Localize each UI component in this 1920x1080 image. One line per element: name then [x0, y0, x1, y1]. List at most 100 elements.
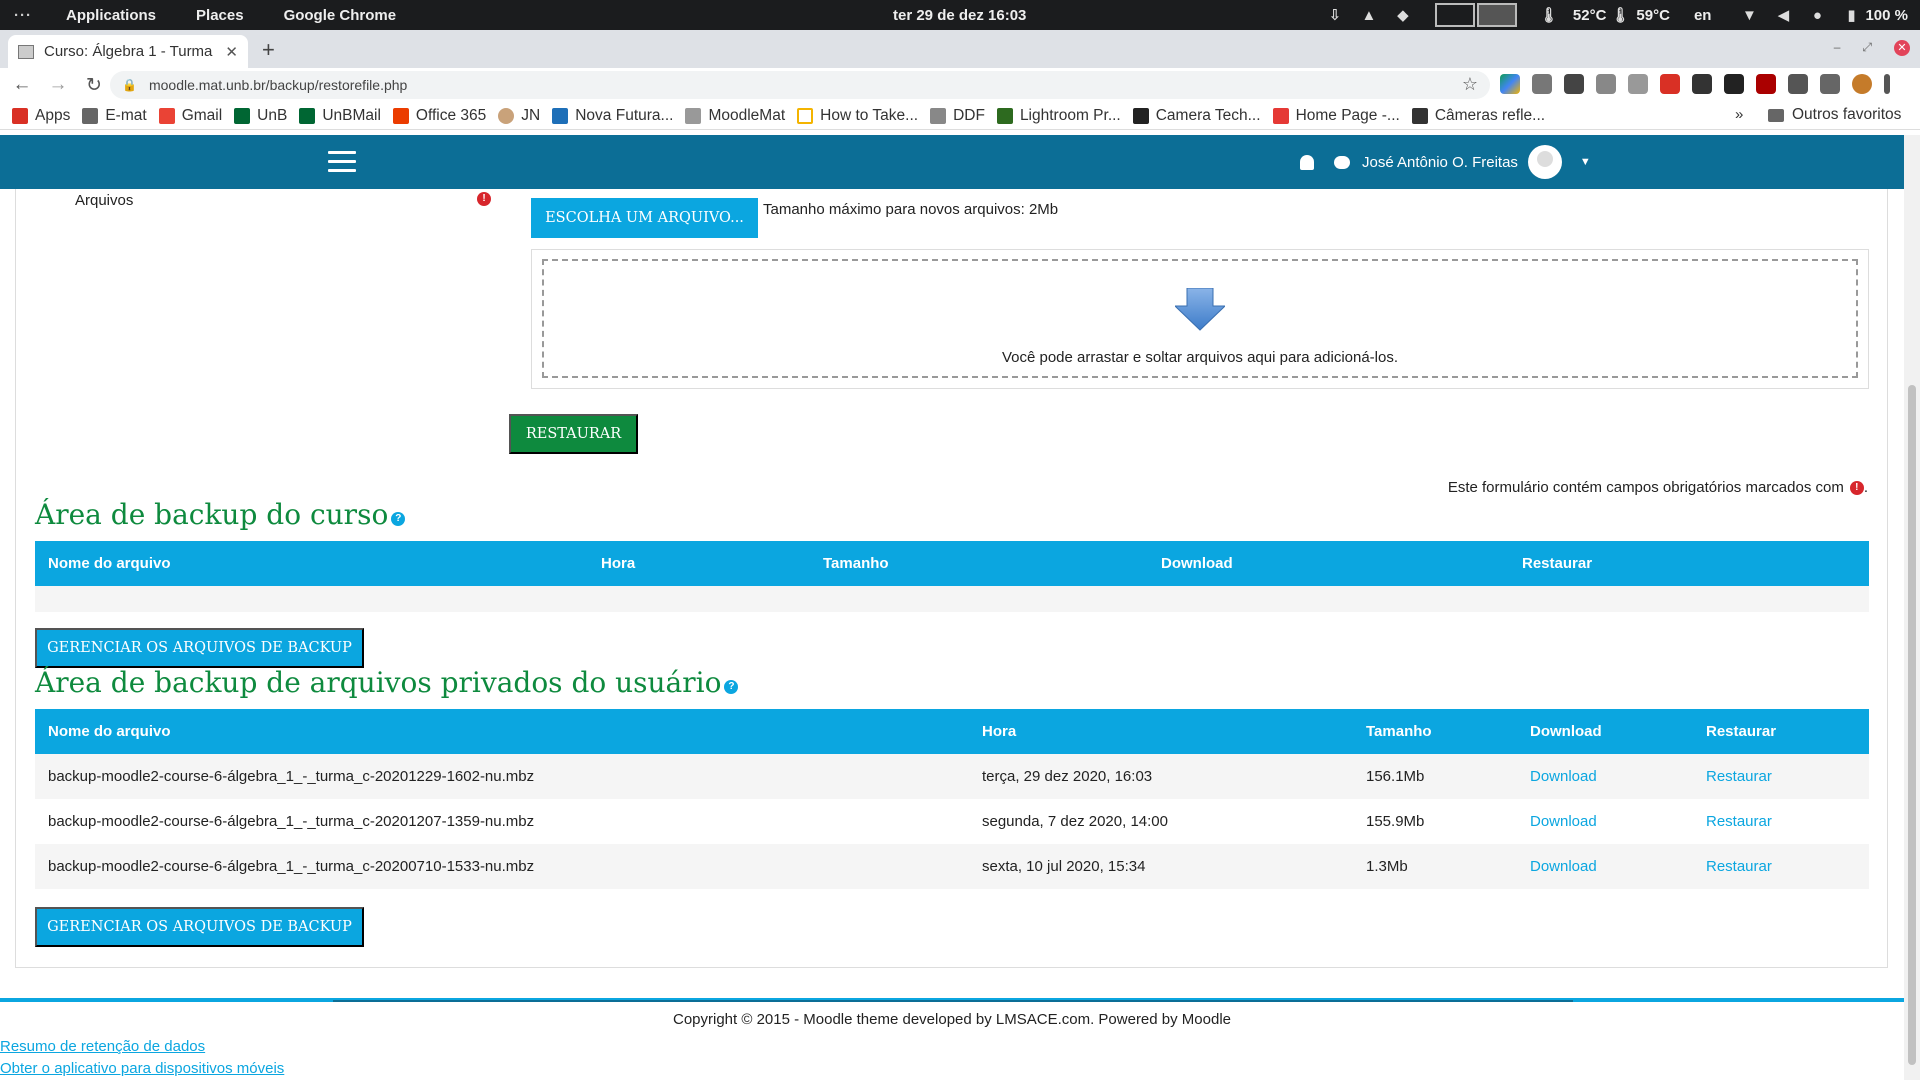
- notifications-bell-icon[interactable]: [1300, 154, 1314, 170]
- help-icon[interactable]: ?: [724, 679, 739, 694]
- bookmark-cameras-reflex[interactable]: Câmeras refle...: [1411, 107, 1545, 125]
- choose-file-button[interactable]: ESCOLHA UM ARQUIVO...: [531, 198, 758, 238]
- data-retention-link[interactable]: Resumo de retenção de dados: [0, 1038, 205, 1055]
- user-avatar[interactable]: [1527, 145, 1562, 179]
- image-viewer-icon[interactable]: ▲: [1359, 6, 1379, 24]
- column-header: Restaurar: [1522, 555, 1593, 572]
- download-link[interactable]: Download: [1530, 858, 1597, 875]
- new-tab-icon[interactable]: +: [262, 37, 275, 63]
- bookmark-star-icon[interactable]: ☆: [1462, 74, 1478, 95]
- moodle-navbar: José Antônio O. Freitas ▼: [0, 135, 1904, 189]
- bookmark-gmail[interactable]: Gmail: [158, 107, 222, 125]
- hamburger-menu-icon[interactable]: [328, 151, 356, 178]
- lock-icon[interactable]: 🔒: [122, 78, 137, 92]
- restore-link[interactable]: Restaurar: [1706, 768, 1772, 785]
- dropbox-icon[interactable]: [1596, 74, 1616, 94]
- google-drive-icon[interactable]: [1500, 74, 1520, 94]
- workspace-1[interactable]: [1434, 3, 1475, 27]
- required-fields-note: Este formulário contém campos obrigatóri…: [1447, 479, 1868, 496]
- applications-menu[interactable]: Applications: [66, 7, 156, 24]
- e-mat-icon: [82, 107, 99, 124]
- column-header: Download: [1530, 723, 1602, 740]
- back-arrow-icon[interactable]: ←: [8, 74, 36, 96]
- activities-button[interactable]: ···: [0, 7, 46, 24]
- bookmark-office-365[interactable]: Office 365: [392, 107, 486, 125]
- places-menu[interactable]: Places: [196, 7, 244, 24]
- browser-toolbar: ← → ↻ 🔒 moodle.mat.unb.br/backup/restore…: [0, 68, 1920, 102]
- reading-list-icon[interactable]: [1820, 74, 1840, 94]
- bookmark-ddf[interactable]: DDF: [930, 107, 985, 125]
- reload-icon[interactable]: ↻: [80, 74, 108, 97]
- mobile-app-link[interactable]: Obter o aplicativo para dispositivos móv…: [0, 1060, 284, 1077]
- red-extension-icon[interactable]: [1660, 74, 1680, 94]
- wifi-icon[interactable]: ▼: [1739, 6, 1759, 24]
- chevron-down-icon[interactable]: ▼: [1580, 156, 1591, 168]
- file-size: 156.1Mb: [1366, 768, 1425, 785]
- messages-icon[interactable]: [1334, 155, 1350, 169]
- table-row: backup-moodle2-course-6-álgebra_1_-_turm…: [35, 799, 1869, 844]
- menu-kebab-icon[interactable]: [1884, 74, 1890, 94]
- bookmark-e-mat[interactable]: E-mat: [82, 107, 147, 125]
- other-bookmarks-folder[interactable]: Outros favoritos: [1768, 106, 1901, 124]
- manage-backup-files-button[interactable]: GERENCIAR OS ARQUIVOS DE BACKUP: [35, 907, 364, 947]
- bookmark-camera-tech[interactable]: Camera Tech...: [1132, 107, 1261, 125]
- tab-moodle-course[interactable]: Curso: Álgebra 1 - Turma ✕: [8, 35, 248, 68]
- bookmark-home-page[interactable]: Home Page -...: [1272, 107, 1400, 125]
- bookmark-nova-futura[interactable]: Nova Futura...: [552, 107, 673, 125]
- download-link[interactable]: Download: [1530, 813, 1597, 830]
- unbmail-icon: [299, 107, 316, 124]
- clock[interactable]: ter 29 de dez 16:03: [893, 7, 1026, 24]
- screenshot-extension-icon[interactable]: [1532, 74, 1552, 94]
- document-icon: [797, 107, 814, 124]
- close-tab-icon[interactable]: ✕: [225, 43, 238, 61]
- address-bar[interactable]: 🔒 moodle.mat.unb.br/backup/restorefile.p…: [110, 71, 1490, 99]
- page-scrollbar[interactable]: [1904, 135, 1920, 1080]
- system-top-bar: ··· Applications Places Google Chrome te…: [0, 0, 1920, 30]
- help-icon[interactable]: ?: [391, 511, 406, 526]
- restore-link[interactable]: Restaurar: [1706, 858, 1772, 875]
- battery-icon[interactable]: ▮: [1841, 6, 1861, 24]
- extension-icon[interactable]: [1564, 74, 1584, 94]
- column-header: Restaurar: [1706, 723, 1777, 740]
- manage-backup-files-button[interactable]: GERENCIAR OS ARQUIVOS DE BACKUP: [35, 628, 364, 668]
- required-icon: !: [477, 192, 491, 206]
- bookmark-unb[interactable]: UnB: [234, 107, 287, 125]
- volume-icon[interactable]: ◀: [1773, 6, 1793, 24]
- jn-icon: [498, 107, 515, 124]
- gpu-temp: 59°C: [1636, 6, 1670, 24]
- bookmark-jn[interactable]: JN: [498, 107, 540, 125]
- dropbox-icon[interactable]: ◆: [1393, 6, 1413, 24]
- bookmark-lightroom[interactable]: Lightroom Pr...: [996, 107, 1121, 125]
- puzzle-icon[interactable]: [1788, 74, 1808, 94]
- ublock-icon[interactable]: [1756, 74, 1776, 94]
- vimeo-icon[interactable]: [1628, 74, 1648, 94]
- bookmark-how-to-take[interactable]: How to Take...: [797, 107, 918, 125]
- app-menu-google-chrome[interactable]: Google Chrome: [284, 7, 397, 24]
- cookie-icon[interactable]: [1724, 74, 1744, 94]
- moodle-favicon-icon: [18, 44, 34, 59]
- footer-divider-accent: [333, 1000, 1573, 1002]
- user-name[interactable]: José Antônio O. Freitas: [1362, 154, 1518, 171]
- bookmark-unbmail[interactable]: UnBMail: [299, 107, 381, 125]
- workspace-switcher[interactable]: [1434, 3, 1517, 27]
- color-picker-icon[interactable]: [1692, 74, 1712, 94]
- file-time: sexta, 10 jul 2020, 15:34: [982, 858, 1146, 875]
- more-bookmarks-chevron[interactable]: »: [1735, 106, 1743, 123]
- restore-link[interactable]: Restaurar: [1706, 813, 1772, 830]
- camera-tech-icon: [1132, 107, 1149, 124]
- workspace-2[interactable]: [1476, 3, 1517, 27]
- close-window-icon[interactable]: ✕: [1894, 40, 1910, 56]
- download-link[interactable]: Download: [1530, 768, 1597, 785]
- profile-avatar[interactable]: [1852, 74, 1872, 94]
- bookmark-moodlemat[interactable]: MoodleMat: [685, 107, 785, 125]
- microphone-icon[interactable]: ●: [1807, 6, 1827, 24]
- bookmark-apps[interactable]: Apps: [12, 107, 70, 125]
- usb-icon[interactable]: ⇩: [1325, 6, 1345, 24]
- minimize-icon[interactable]: –: [1834, 40, 1841, 56]
- keyboard-layout[interactable]: en: [1694, 7, 1712, 24]
- forward-arrow-icon[interactable]: →: [44, 74, 72, 96]
- cameras-icon: [1411, 107, 1428, 124]
- maximize-icon[interactable]: ⤢: [1862, 40, 1872, 56]
- restore-button[interactable]: RESTAURAR: [509, 414, 638, 454]
- scrollbar-thumb[interactable]: [1908, 385, 1916, 1065]
